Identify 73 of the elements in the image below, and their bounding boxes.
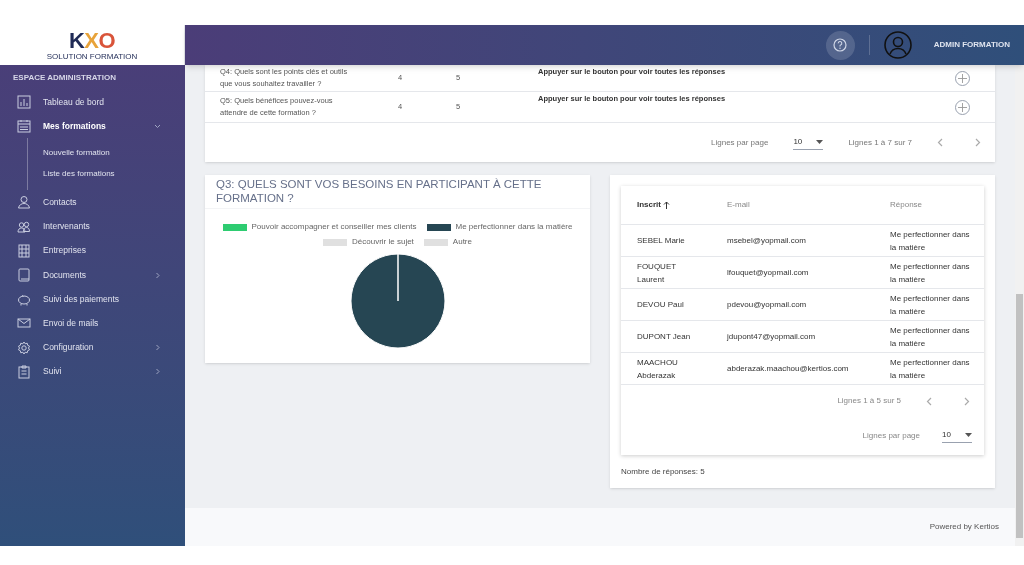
table-cell-text: abderazak.maachou@kertios.com bbox=[727, 363, 849, 375]
help-icon bbox=[833, 38, 848, 52]
response-count: Nombre de réponses: 5 bbox=[621, 466, 705, 478]
dropdown-caret-icon bbox=[965, 433, 972, 437]
submenu-item[interactable]: Liste des formations bbox=[43, 163, 115, 185]
chart-title: Q3: QUELS SONT VOS BESOINS EN PARTICIPANT À CETTE FORMATION ? bbox=[216, 177, 543, 205]
sidebar-item[interactable]: Contacts bbox=[0, 190, 185, 215]
user-avatar-icon[interactable] bbox=[883, 31, 912, 59]
sidebar-item[interactable]: Envoi de mails bbox=[0, 311, 185, 336]
rows-per-page-label: Lignes par page bbox=[862, 430, 920, 442]
table-cell-text: pdevou@yopmail.com bbox=[727, 299, 807, 311]
sidebar-item[interactable]: Mes formations bbox=[0, 114, 185, 139]
table-cell-text: Me perfectionner dans la matière bbox=[890, 228, 970, 254]
sidebar-item[interactable]: Entreprises bbox=[0, 238, 185, 263]
previous-page-button[interactable] bbox=[926, 396, 932, 406]
rows-per-page-select[interactable]: 10 bbox=[942, 429, 972, 443]
column-header[interactable]: E-mail bbox=[727, 199, 750, 211]
gear-icon bbox=[17, 340, 31, 355]
sidebar-item[interactable]: Suivi des paiements bbox=[0, 287, 185, 312]
dropdown-caret-icon bbox=[816, 139, 824, 144]
building-icon bbox=[17, 243, 31, 258]
plus-icon bbox=[958, 102, 967, 112]
table-cell-text: Me perfectionner dans la matière bbox=[890, 260, 970, 286]
pagination-range: Lignes 1 à 7 sur 7 bbox=[848, 136, 912, 149]
legend-item[interactable]: Découvrir le sujet bbox=[323, 236, 414, 248]
legend-item[interactable]: Autre bbox=[423, 236, 472, 248]
table-cell-text: SEBEL Marie bbox=[637, 235, 686, 247]
column-header[interactable]: Réponse bbox=[890, 199, 923, 211]
calendar-icon bbox=[17, 119, 31, 134]
legend-item[interactable]: Me perfectionner dans la matière bbox=[426, 221, 573, 233]
plus-icon bbox=[958, 73, 967, 83]
people-icon bbox=[17, 219, 31, 234]
person-icon bbox=[17, 195, 31, 210]
table-cell-text: Me perfectionner dans la matière bbox=[890, 292, 970, 318]
column-header[interactable]: Inscrit bbox=[637, 199, 670, 211]
rows-per-page-label: Lignes par page bbox=[711, 136, 769, 149]
legend-item[interactable]: Pouvoir accompagner et conseiller mes clients bbox=[222, 221, 417, 233]
table-cell-text: Me perfectionner dans la matière bbox=[890, 356, 970, 382]
table-cell-text: DUPONT Jean bbox=[637, 331, 692, 343]
submenu-item[interactable]: Nouvelle formation bbox=[43, 142, 110, 164]
chevron-left-icon bbox=[926, 396, 932, 406]
sidebar-item[interactable]: Suivi bbox=[0, 359, 185, 384]
table-cell-text: MAACHOU Abderazak bbox=[637, 356, 679, 382]
previous-page-button[interactable] bbox=[937, 138, 943, 147]
clipboard-icon bbox=[17, 364, 31, 379]
logo-text: KXO bbox=[69, 29, 115, 52]
pagination-range: Lignes 1 à 5 sur 5 bbox=[837, 395, 901, 407]
table-cell-text: Me perfectionner dans la matière bbox=[890, 324, 970, 350]
envelope-icon bbox=[17, 316, 31, 331]
sidebar-item[interactable]: Documents bbox=[0, 262, 185, 288]
book-icon bbox=[17, 268, 31, 283]
user-name: ADMIN FORMATION bbox=[933, 39, 1010, 51]
sidebar-item[interactable]: Intervenants bbox=[0, 214, 185, 239]
sidebar-section-title: ESPACE ADMINISTRATION bbox=[13, 72, 116, 84]
next-page-button[interactable] bbox=[964, 396, 970, 406]
next-page-button[interactable] bbox=[975, 138, 981, 147]
piggy-bank-icon bbox=[17, 292, 31, 307]
sidebar-item[interactable]: Configuration bbox=[0, 335, 185, 360]
table-cell-text: FOUQUET Laurent bbox=[637, 260, 677, 286]
logo-tagline: SOLUTION FORMATION bbox=[46, 51, 138, 61]
help-button[interactable] bbox=[825, 30, 855, 60]
sidebar-item[interactable]: Tableau de bord bbox=[0, 90, 185, 115]
table-cell-text: DEVOU Paul bbox=[637, 299, 685, 311]
chevron-right-icon bbox=[964, 396, 970, 406]
chevron-right-icon bbox=[975, 138, 981, 147]
rows-per-page-select[interactable]: 10 bbox=[793, 135, 824, 150]
table-cell-text: msebel@yopmail.com bbox=[727, 235, 806, 247]
table-cell-text: jdupont47@yopmail.com bbox=[727, 331, 816, 343]
chevron-left-icon bbox=[937, 138, 943, 147]
table-cell-text: lfouquet@yopmail.com bbox=[727, 267, 809, 279]
bar-chart-icon bbox=[17, 95, 31, 110]
sort-arrow-icon bbox=[663, 201, 670, 209]
footer-text: Powered by Kertios bbox=[929, 521, 999, 533]
